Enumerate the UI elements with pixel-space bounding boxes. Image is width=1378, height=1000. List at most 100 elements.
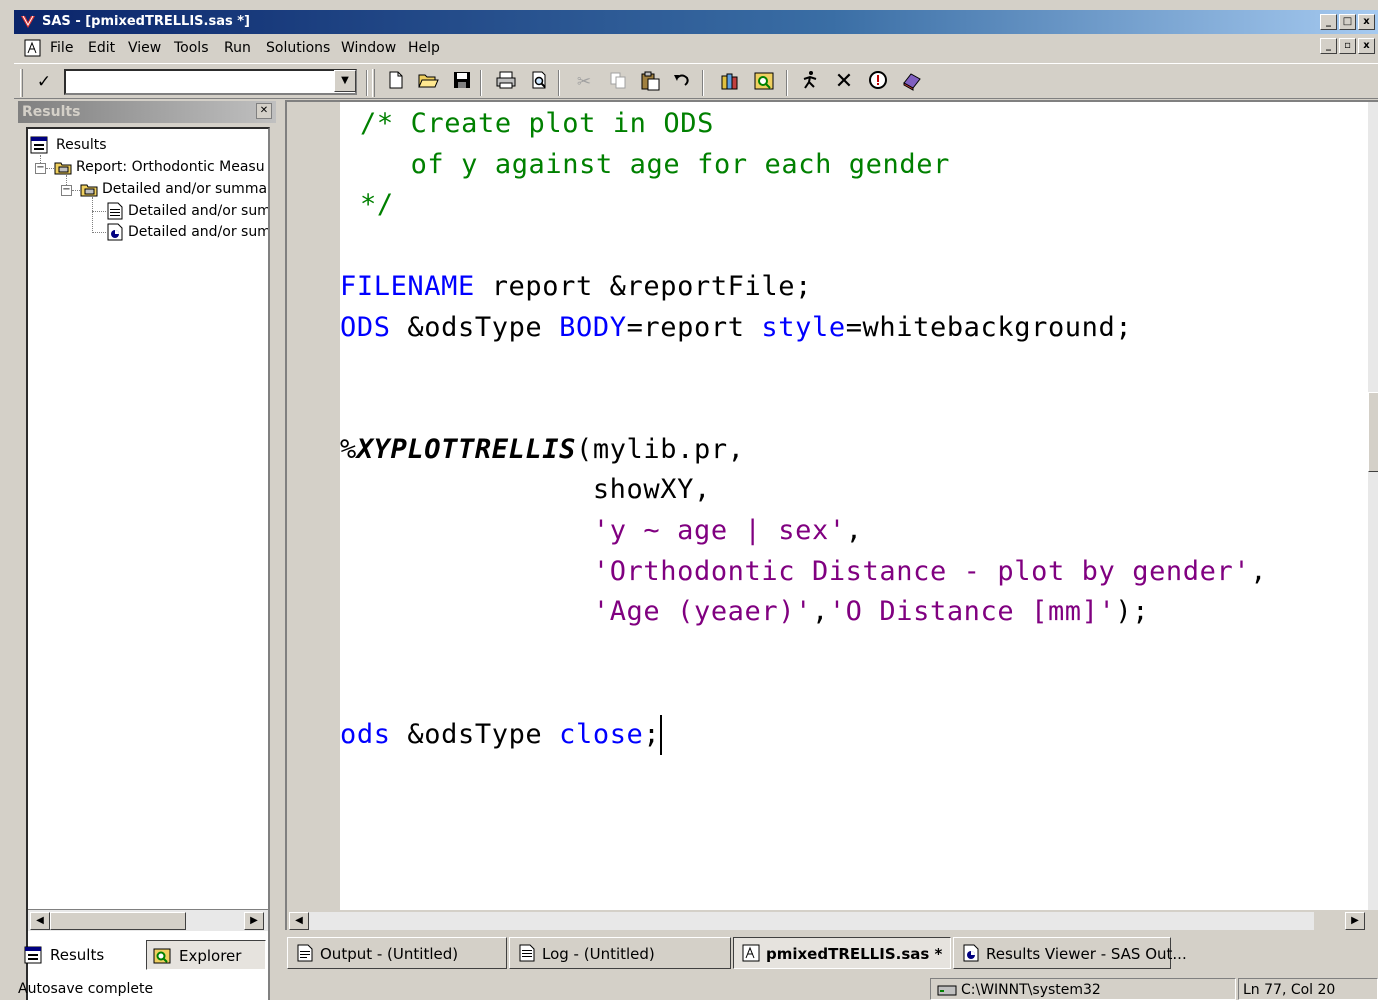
window-tabs: Output - (Untitled) Log - (Untitled) pmixe…	[285, 935, 1378, 971]
tree-collapse-icon[interactable]: −	[35, 163, 46, 174]
cut-icon[interactable]: ✂	[572, 70, 596, 94]
doc-restore-button[interactable]: ▫	[1339, 38, 1356, 54]
code-token: FILENAME	[340, 270, 475, 302]
menu-bar: File Edit View Tools Run Solutions Windo…	[14, 35, 1378, 61]
copy-icon[interactable]	[606, 70, 630, 94]
menu-solutions[interactable]: Solutions	[266, 35, 330, 61]
code-line: 'Orthodontic Distance - plot by gender',	[340, 552, 1267, 592]
explorer-icon[interactable]	[752, 70, 776, 94]
text-cursor	[660, 714, 663, 755]
editor-margin	[287, 102, 340, 910]
menu-run[interactable]: Run	[224, 35, 251, 61]
tree-label: Detailed and/or summari	[102, 181, 270, 197]
code-line: /* Create plot in ODS	[360, 104, 714, 144]
tree-connector	[92, 232, 106, 233]
toolbar-separator	[558, 70, 560, 96]
results-horizontal-scrollbar[interactable]: ◀ ▶	[28, 909, 268, 931]
code-line: 'y ~ age | sex',	[340, 511, 863, 551]
editor-horizontal-scrollbar[interactable]: ◀ ▶	[287, 910, 1368, 932]
results-explorer-tabs: Results Explorer	[18, 940, 280, 970]
code-token: 'Age (yeaer)'	[592, 596, 812, 628]
menu-window[interactable]: Window	[341, 35, 396, 61]
code-line: %XYPLOTTRELLIS(mylib.pr,	[340, 430, 745, 470]
toolbar-grip[interactable]	[20, 69, 23, 97]
results-tree[interactable]: Results − Report: Orthodontic Measu − De…	[26, 127, 270, 1000]
toolbar-separator	[366, 70, 368, 96]
code-line: FILENAME report &reportFile;	[340, 267, 812, 307]
code-token: %	[340, 433, 357, 465]
toolbar-separator	[786, 70, 788, 96]
code-editor[interactable]: /* Create plot in ODS of y against age f…	[340, 102, 1368, 910]
menu-file[interactable]: File	[50, 35, 73, 61]
tab-results[interactable]: Results	[18, 940, 146, 970]
paste-icon[interactable]	[638, 70, 662, 94]
window-tab-label: Results Viewer - SAS Out...	[986, 945, 1187, 963]
maximize-button[interactable]: □	[1339, 14, 1356, 30]
scroll-right-icon[interactable]: ▶	[244, 912, 264, 930]
sas-logo-icon	[21, 15, 35, 28]
help-icon[interactable]	[866, 70, 890, 94]
minimize-button[interactable]: _	[1320, 14, 1337, 30]
code-line: showXY,	[340, 470, 711, 510]
editor-vertical-scrollbar[interactable]	[1368, 102, 1378, 910]
clear-icon[interactable]: ✕	[832, 70, 856, 94]
results-icon	[30, 136, 48, 154]
window-tab[interactable]: Results Viewer - SAS Out...	[953, 937, 1187, 969]
menu-edit[interactable]: Edit	[88, 35, 115, 61]
panel-close-icon[interactable]: ✕	[256, 103, 272, 119]
code-token: (mylib.pr,	[575, 433, 745, 465]
document-system-icon[interactable]	[24, 39, 42, 57]
code-line: 'Age (yeaer)','O Distance [mm]');	[340, 592, 1149, 632]
menu-help[interactable]: Help	[408, 35, 440, 61]
tree-label: Detailed and/or sum	[128, 203, 270, 219]
scroll-left-icon[interactable]: ◀	[289, 912, 309, 930]
toolbar-grip[interactable]	[372, 69, 375, 97]
code-token: /* Create plot in ODS	[360, 108, 714, 139]
open-icon[interactable]	[416, 70, 440, 94]
sas-window: { "window": { "title": "SAS - [pmixedTRE…	[0, 0, 1378, 1000]
close-button[interactable]: x	[1358, 14, 1375, 30]
status-path-field: C:\WINNT\system32	[930, 978, 1236, 1000]
scroll-right-icon[interactable]: ▶	[1345, 912, 1365, 930]
menu-view[interactable]: View	[128, 35, 161, 61]
save-icon[interactable]	[450, 70, 474, 94]
window-tab[interactable]: Log - (Untitled)	[509, 937, 731, 969]
code-token: close	[559, 718, 644, 750]
undo-icon[interactable]	[670, 70, 694, 94]
code-token: style	[761, 311, 846, 343]
scroll-track[interactable]	[309, 912, 1314, 930]
status-path: C:\WINNT\system32	[961, 982, 1101, 998]
window-tab[interactable]: Output - (Untitled)	[287, 937, 507, 969]
doc-minimize-button[interactable]: _	[1320, 38, 1337, 54]
window-tab-label: pmixedTRELLIS.sas *	[766, 945, 943, 963]
title-bar[interactable]: SAS - [pmixedTRELLIS.sas *] _ □ x	[14, 10, 1378, 34]
checkmark-icon[interactable]: ✓	[32, 70, 56, 94]
libraries-icon[interactable]	[718, 70, 742, 94]
dropdown-arrow-icon[interactable]: ▼	[334, 70, 356, 92]
code-token: showXY,	[340, 474, 711, 506]
tree-label: Results	[56, 137, 107, 153]
tab-explorer[interactable]: Explorer	[146, 940, 266, 970]
scrollbar-thumb[interactable]	[50, 912, 186, 930]
ods-icon[interactable]	[900, 70, 924, 94]
print-icon[interactable]	[494, 70, 518, 94]
tab-label: Explorer	[179, 947, 242, 965]
toolbar: ✓ ▼ ✂ ✕	[14, 63, 1378, 99]
results-panel-title: Results	[18, 101, 276, 123]
submit-icon[interactable]	[798, 70, 822, 94]
scrollbar-thumb[interactable]	[1368, 392, 1378, 472]
code-token: &odsType	[390, 311, 560, 343]
new-icon[interactable]	[384, 70, 408, 94]
code-token: XYPLOTTRELLIS	[356, 433, 576, 465]
window-tab[interactable]: pmixedTRELLIS.sas *	[733, 937, 951, 969]
menu-tools[interactable]: Tools	[174, 35, 209, 61]
doc-close-button[interactable]: x	[1358, 38, 1375, 54]
tree-collapse-icon[interactable]: −	[61, 185, 72, 196]
code-token: ods	[340, 718, 391, 750]
toolbar-separator	[702, 70, 704, 96]
scroll-left-icon[interactable]: ◀	[30, 912, 50, 930]
command-input[interactable]	[64, 69, 357, 95]
results-panel: Results ✕ Results − Report: Orthodontic …	[18, 101, 280, 1000]
print-preview-icon[interactable]	[528, 70, 552, 94]
